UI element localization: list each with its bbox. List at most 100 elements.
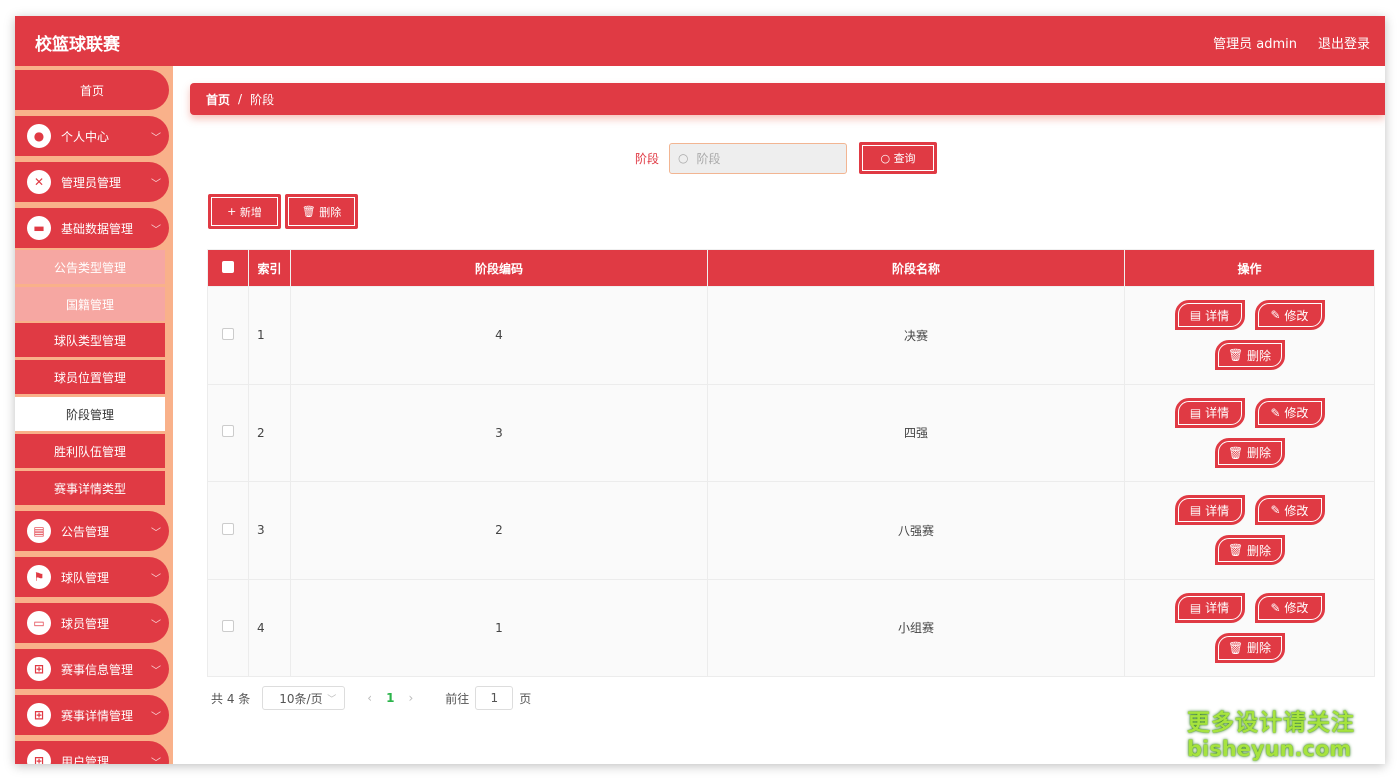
delete-button-label: 删除 xyxy=(1247,446,1272,461)
row-checkbox[interactable] xyxy=(222,327,234,340)
row-checkbox[interactable] xyxy=(222,522,234,535)
table-header-row: 索引 阶段编码 阶段名称 操作 xyxy=(207,249,1375,287)
edit-button[interactable]: ✎ 修改 xyxy=(1254,592,1325,623)
data-table: 索引 阶段编码 阶段名称 操作 1 4 决赛 ▤ 详情 ✎ 修改 🗑 删除 2 … xyxy=(207,249,1375,677)
sidebar-item-label: 公告管理 xyxy=(61,524,110,539)
sidebar-subitem-stage[interactable]: 阶段管理 xyxy=(15,397,165,432)
row-checkbox[interactable] xyxy=(222,425,234,438)
top-bar: 校篮球联赛 管理员 admin 退出登录 xyxy=(15,16,1385,66)
next-page-button[interactable]: › xyxy=(408,691,413,705)
sidebar-item-event-detail[interactable]: ⊞ 赛事详情管理 ﹀ xyxy=(15,695,169,735)
detail-button[interactable]: ▤ 详情 xyxy=(1174,592,1245,623)
document-icon: ▤ xyxy=(1189,503,1206,518)
code-cell: 4 xyxy=(290,286,708,385)
pagination: 共 4 条 10条/页 ﹀ ‹ 1 › 前往 1 页 xyxy=(211,686,531,710)
sidebar-subitem-winner[interactable]: 胜利队伍管理 xyxy=(15,434,165,469)
add-button[interactable]: + 新增 xyxy=(208,194,281,229)
row-checkbox[interactable] xyxy=(222,620,234,633)
edit-button[interactable]: ✎ 修改 xyxy=(1254,397,1325,428)
plus-icon: + xyxy=(227,205,240,218)
actions-cell: ▤ 详情 ✎ 修改 🗑 删除 xyxy=(1124,481,1375,580)
chevron-down-icon: ﹀ xyxy=(151,574,161,585)
search-bar: 阶段 ○ 阶段 ○ 查询 xyxy=(635,142,938,174)
goto-label: 前往 xyxy=(445,691,470,706)
delete-button[interactable]: 🗑 删除 xyxy=(1214,535,1285,566)
sidebar-item-home[interactable]: 首页 xyxy=(15,70,169,110)
code-cell: 1 xyxy=(290,578,708,677)
delete-button-label: 删除 xyxy=(1247,348,1272,363)
breadcrumb-home[interactable]: 首页 xyxy=(206,91,230,108)
delete-button[interactable]: 🗑 删除 xyxy=(1214,437,1285,468)
col-header-index: 索引 xyxy=(248,249,291,287)
edit-icon: ✎ xyxy=(1270,308,1285,323)
table-row: 3 2 八强赛 ▤ 详情 ✎ 修改 🗑 删除 xyxy=(207,481,1375,580)
sidebar-item-profile[interactable]: ● 个人中心 ﹀ xyxy=(15,116,169,156)
name-cell: 八强赛 xyxy=(707,481,1125,580)
watermark-line2: bisheyun.com xyxy=(1187,737,1352,761)
sidebar-subitem-player-position[interactable]: 球员位置管理 xyxy=(15,360,165,395)
sidebar-subitem-nationality[interactable]: 国籍管理 xyxy=(15,287,165,322)
sidebar-item-team[interactable]: ⚑ 球队管理 ﹀ xyxy=(15,557,169,597)
edit-button[interactable]: ✎ 修改 xyxy=(1254,300,1325,331)
sidebar-subitem-event-detail-type[interactable]: 赛事详情类型 xyxy=(15,471,165,506)
query-button[interactable]: ○ 查询 xyxy=(859,142,938,174)
query-button-label: 查询 xyxy=(893,152,916,165)
current-page[interactable]: 1 xyxy=(386,691,394,705)
sidebar-item-base-data[interactable]: ▬ 基础数据管理 ﹀ xyxy=(15,208,169,248)
chevron-down-icon: ﹀ xyxy=(151,620,161,631)
sidebar-item-player[interactable]: ▭ 球员管理 ﹀ xyxy=(15,603,169,643)
delete-button-label: 删除 xyxy=(319,205,342,219)
goto-page-input[interactable]: 1 xyxy=(475,686,514,710)
add-button-label: 新增 xyxy=(239,205,262,219)
delete-button[interactable]: 🗑 删除 xyxy=(1214,632,1285,663)
sidebar-item-users[interactable]: ⊞ 用户管理 ﹀ xyxy=(15,741,169,764)
delete-button[interactable]: 🗑 删除 xyxy=(1214,340,1285,371)
sidebar-subitem-team-type[interactable]: 球队类型管理 xyxy=(15,323,165,358)
trash-icon: 🗑 xyxy=(301,205,320,218)
action-bar: + 新增 🗑 删除 xyxy=(208,194,358,229)
edit-button-label: 修改 xyxy=(1284,308,1309,323)
delete-button-label: 删除 xyxy=(1247,543,1272,558)
sidebar-item-label: 球队管理 xyxy=(61,570,110,585)
detail-button[interactable]: ▤ 详情 xyxy=(1174,495,1245,526)
chevron-down-icon: ﹀ xyxy=(327,695,337,705)
detail-button-label: 详情 xyxy=(1205,308,1230,323)
edit-button[interactable]: ✎ 修改 xyxy=(1254,495,1325,526)
col-header-actions: 操作 xyxy=(1124,249,1375,287)
sidebar-item-label: 管理员管理 xyxy=(61,175,122,190)
detail-button[interactable]: ▤ 详情 xyxy=(1174,300,1245,331)
detail-button[interactable]: ▤ 详情 xyxy=(1174,397,1245,428)
actions-cell: ▤ 详情 ✎ 修改 🗑 删除 xyxy=(1124,286,1375,385)
sidebar-item-notice[interactable]: ▤ 公告管理 ﹀ xyxy=(15,511,169,551)
search-input[interactable]: ○ 阶段 xyxy=(669,142,848,174)
breadcrumb: 首页 / 阶段 xyxy=(190,83,1385,115)
actions-cell: ▤ 详情 ✎ 修改 🗑 删除 xyxy=(1124,578,1375,677)
detail-button-label: 详情 xyxy=(1205,503,1230,518)
delete-button-label: 删除 xyxy=(1247,641,1272,656)
document-icon: ▤ xyxy=(1189,308,1206,323)
sidebar-item-label: 用户管理 xyxy=(61,754,110,765)
search-icon: ○ xyxy=(678,151,689,165)
select-all-checkbox[interactable] xyxy=(222,260,234,273)
detail-button-label: 详情 xyxy=(1205,601,1230,616)
trash-icon: 🗑 xyxy=(1227,543,1248,558)
sidebar-subitem-notice-type[interactable]: 公告类型管理 xyxy=(15,250,165,285)
document-icon: ▤ xyxy=(1189,405,1206,420)
clipboard-icon: ▤ xyxy=(27,519,51,543)
page-unit-label: 页 xyxy=(519,691,532,706)
sidebar-item-label: 赛事信息管理 xyxy=(61,662,134,677)
batch-delete-button[interactable]: 🗑 删除 xyxy=(285,194,358,229)
edit-icon: ✎ xyxy=(1270,600,1285,615)
sidebar-item-admin[interactable]: ✕ 管理员管理 ﹀ xyxy=(15,162,169,202)
sidebar-item-event-info[interactable]: ⊞ 赛事信息管理 ﹀ xyxy=(15,649,169,689)
row-select-cell xyxy=(207,383,249,482)
row-select-cell xyxy=(207,286,249,385)
prev-page-button[interactable]: ‹ xyxy=(367,691,372,705)
table-row: 2 3 四强 ▤ 详情 ✎ 修改 🗑 删除 xyxy=(207,383,1375,482)
logout-link[interactable]: 退出登录 xyxy=(1318,33,1370,52)
grid-icon: ⊞ xyxy=(27,657,51,681)
name-cell: 四强 xyxy=(707,383,1125,482)
table-row: 1 4 决赛 ▤ 详情 ✎ 修改 🗑 删除 xyxy=(207,286,1375,385)
page-size-select[interactable]: 10条/页 ﹀ xyxy=(262,686,346,710)
sidebar-item-label: 个人中心 xyxy=(61,129,110,144)
